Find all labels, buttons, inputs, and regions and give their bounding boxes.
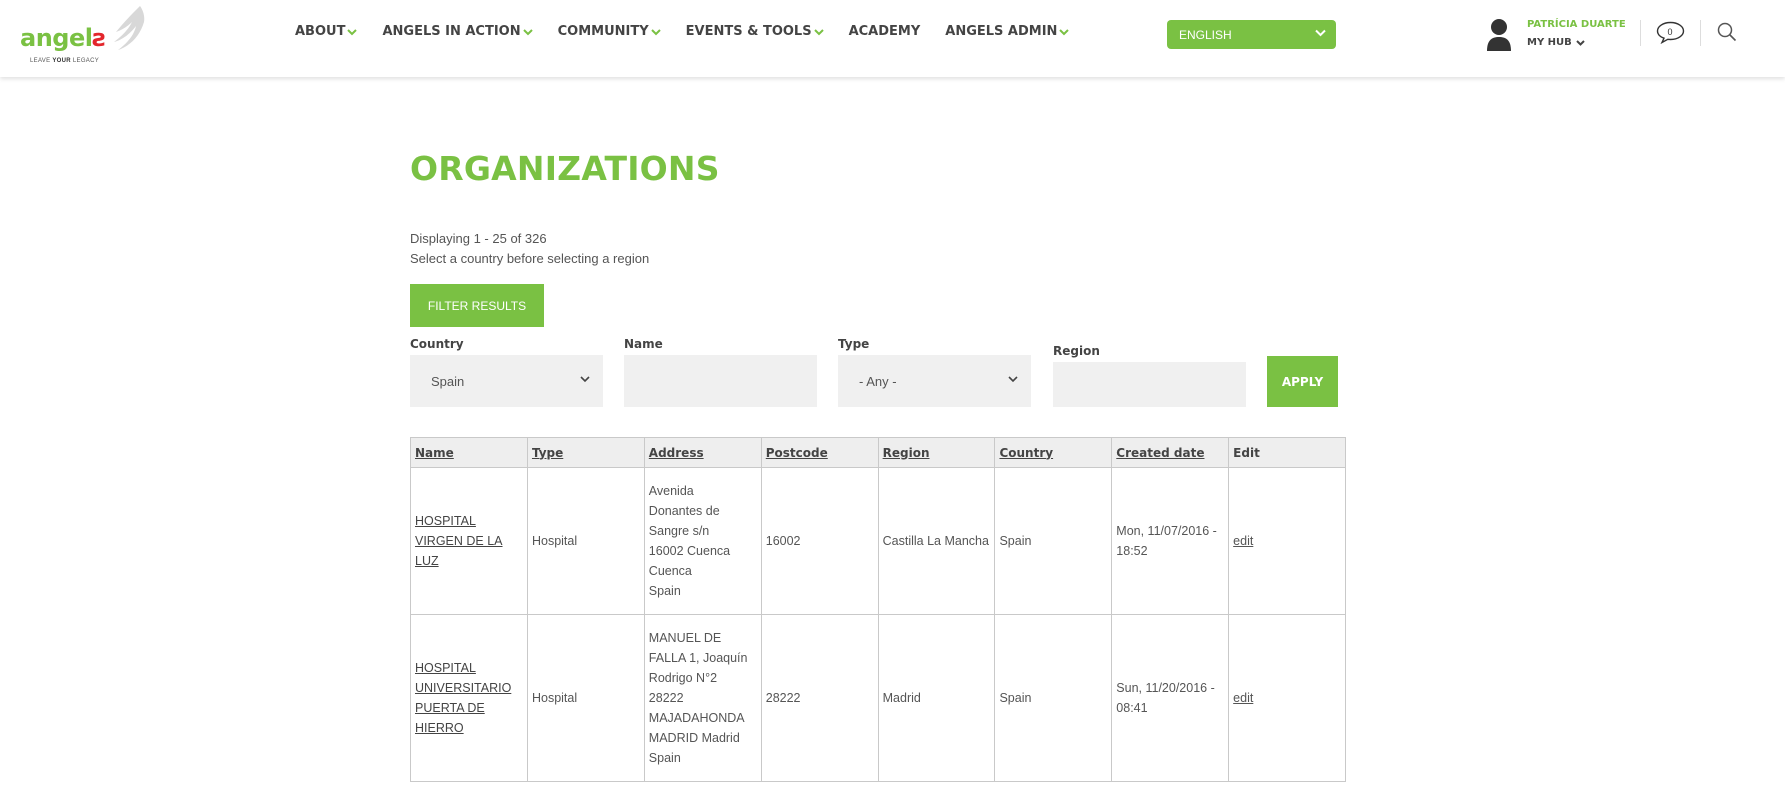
address-line: MADRID Madrid (648, 731, 740, 745)
filter-results-button[interactable]: FILTER RESULTS (410, 284, 544, 327)
address-line: 28222 (648, 691, 684, 705)
type-label: Type (838, 337, 870, 351)
organization-name-link[interactable]: HOSPITAL VIRGEN DE LA LUZ (410, 467, 528, 615)
header-divider (1700, 20, 1701, 46)
my-hub-label: MY HUB (1527, 37, 1572, 48)
page-title: ORGANIZATIONS (410, 149, 720, 188)
column-header-address[interactable]: Address (643, 437, 762, 468)
column-header-created-date[interactable]: Created date (1111, 437, 1230, 468)
address-line: Spain (648, 584, 681, 598)
apply-button[interactable]: APPLY (1267, 356, 1338, 407)
nav-angels-in-action[interactable]: ANGELS IN ACTION (382, 24, 533, 39)
header-divider (1640, 20, 1641, 46)
nav-label: EVENTS & TOOLS (685, 24, 812, 39)
search-icon[interactable] (1717, 22, 1737, 42)
organization-type: Hospital (526, 614, 645, 782)
column-header-type[interactable]: Type (526, 437, 645, 468)
my-hub-menu[interactable]: MY HUB (1527, 37, 1585, 48)
chevron-down-icon (1008, 376, 1018, 383)
address-line: Donantes de (648, 504, 720, 518)
address-line: Rodrigo N°2 (648, 671, 718, 685)
column-header-region[interactable]: Region (877, 437, 996, 468)
address-line: Sangre s/n (648, 524, 710, 538)
organization-country: Spain (994, 614, 1113, 782)
column-header-edit: Edit (1228, 437, 1346, 468)
chevron-down-icon (1059, 29, 1070, 36)
address-line: Spain (648, 751, 681, 765)
address-line: Avenida (648, 484, 694, 498)
type-select[interactable]: - Any - (838, 355, 1031, 407)
region-input[interactable] (1053, 362, 1246, 407)
logo-word: angel (20, 24, 93, 52)
nav-label: ANGELS IN ACTION (382, 24, 521, 39)
table-header-row: Name Type Address Postcode Region Countr… (410, 437, 1346, 468)
address-line: MAJADAHONDA (648, 711, 745, 725)
chevron-down-icon (522, 29, 533, 36)
results-count: Displaying 1 - 25 of 326 (410, 231, 547, 246)
country-select[interactable]: Spain (410, 355, 603, 407)
logo-tagline: LEAVE YOUR LEGACY (30, 58, 99, 64)
chevron-down-icon (1315, 29, 1326, 37)
chevron-down-icon (347, 29, 358, 36)
column-header-postcode[interactable]: Postcode (760, 437, 879, 468)
tagline-bold: YOUR (52, 58, 71, 64)
organization-created-date: Sun, 11/20/2016 - 08:41 (1111, 614, 1230, 782)
country-label: Country (410, 337, 464, 351)
organization-name-link[interactable]: HOSPITAL UNIVERSITARIO PUERTA DE HIERRO (410, 614, 528, 782)
organization-type: Hospital (526, 467, 645, 615)
nav-community[interactable]: COMMUNITY (558, 24, 661, 39)
wing-icon (114, 6, 145, 50)
chevron-down-icon (580, 376, 590, 383)
site-header: angels LEAVE YOUR LEGACY ABOUT ANGELS IN… (0, 0, 1785, 77)
language-value: ENGLISH (1179, 27, 1232, 42)
name-label: Name (624, 337, 663, 351)
main-nav: ABOUT ANGELS IN ACTION COMMUNITY EVENTS … (295, 24, 1094, 39)
address-line: 16002 Cuenca (648, 544, 731, 558)
table-row: HOSPITAL VIRGEN DE LA LUZ Hospital Aveni… (410, 467, 1346, 615)
address-line: Cuenca (648, 564, 692, 578)
column-header-country[interactable]: Country (994, 437, 1113, 468)
organization-country: Spain (994, 467, 1113, 615)
message-count: 0 (1667, 27, 1673, 37)
user-name[interactable]: PATRÍCIA DUARTE (1527, 19, 1626, 30)
nav-label: COMMUNITY (557, 24, 649, 39)
angels-logo[interactable]: angels LEAVE YOUR LEGACY (20, 4, 145, 68)
organization-postcode: 16002 (760, 467, 879, 615)
column-header-name[interactable]: Name (410, 437, 528, 468)
chevron-down-icon (1576, 39, 1585, 46)
organization-address: MANUEL DE FALLA 1, Joaquín Rodrigo N°2 2… (643, 614, 762, 782)
region-label: Region (1053, 344, 1100, 358)
organization-region: Madrid (877, 614, 996, 782)
chevron-down-icon (813, 29, 824, 36)
organization-created-date: Mon, 11/07/2016 - 18:52 (1111, 467, 1230, 615)
nav-label: ACADEMY (848, 24, 921, 39)
tagline-post: LEGACY (72, 58, 100, 64)
address-line: MANUEL DE (648, 631, 722, 645)
address-line: FALLA 1, Joaquín (648, 651, 748, 665)
nav-about[interactable]: ABOUT (295, 24, 358, 39)
nav-label: ANGELS ADMIN (945, 24, 1058, 39)
nav-label: ABOUT (295, 24, 346, 39)
chevron-down-icon (650, 29, 661, 36)
organization-address: Avenida Donantes de Sangre s/n 16002 Cue… (643, 467, 762, 615)
edit-link[interactable]: edit (1228, 467, 1346, 615)
filter-hint: Select a country before selecting a regi… (410, 251, 650, 266)
tagline-pre: LEAVE (30, 58, 51, 64)
edit-link[interactable]: edit (1228, 614, 1346, 782)
organization-region: Castilla La Mancha (877, 467, 996, 615)
nav-academy[interactable]: ACADEMY (849, 24, 921, 39)
organizations-table: Name Type Address Postcode Region Countr… (410, 437, 1346, 782)
nav-angels-admin[interactable]: ANGELS ADMIN (945, 24, 1070, 39)
type-value: - Any - (859, 373, 897, 389)
table-row: HOSPITAL UNIVERSITARIO PUERTA DE HIERRO … (410, 614, 1346, 782)
name-input[interactable] (624, 355, 817, 407)
organization-postcode: 28222 (760, 614, 879, 782)
country-value: Spain (431, 373, 465, 389)
nav-events-tools[interactable]: EVENTS & TOOLS (686, 24, 824, 39)
language-select[interactable]: ENGLISH (1167, 20, 1336, 49)
user-avatar-icon[interactable] (1486, 18, 1512, 52)
